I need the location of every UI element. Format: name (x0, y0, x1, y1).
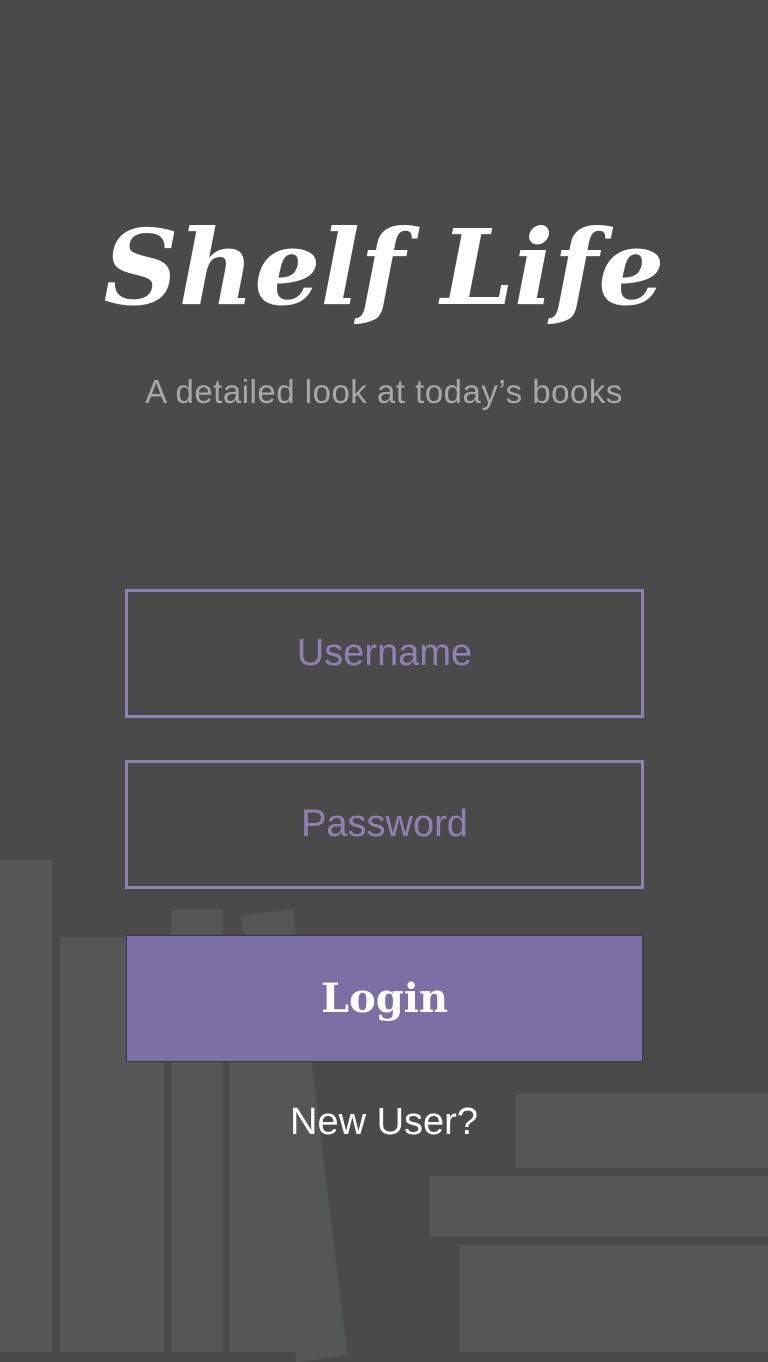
login-button[interactable]: Login (126, 935, 643, 1062)
app-title: Shelf Life (103, 206, 665, 329)
stacked-book (459, 1245, 768, 1352)
app-tagline: A detailed look at today’s books (145, 373, 623, 410)
new-user-link[interactable]: New User? (0, 1096, 768, 1148)
username-input[interactable] (125, 589, 644, 718)
password-input[interactable] (125, 760, 644, 889)
stacked-book (430, 1176, 768, 1237)
